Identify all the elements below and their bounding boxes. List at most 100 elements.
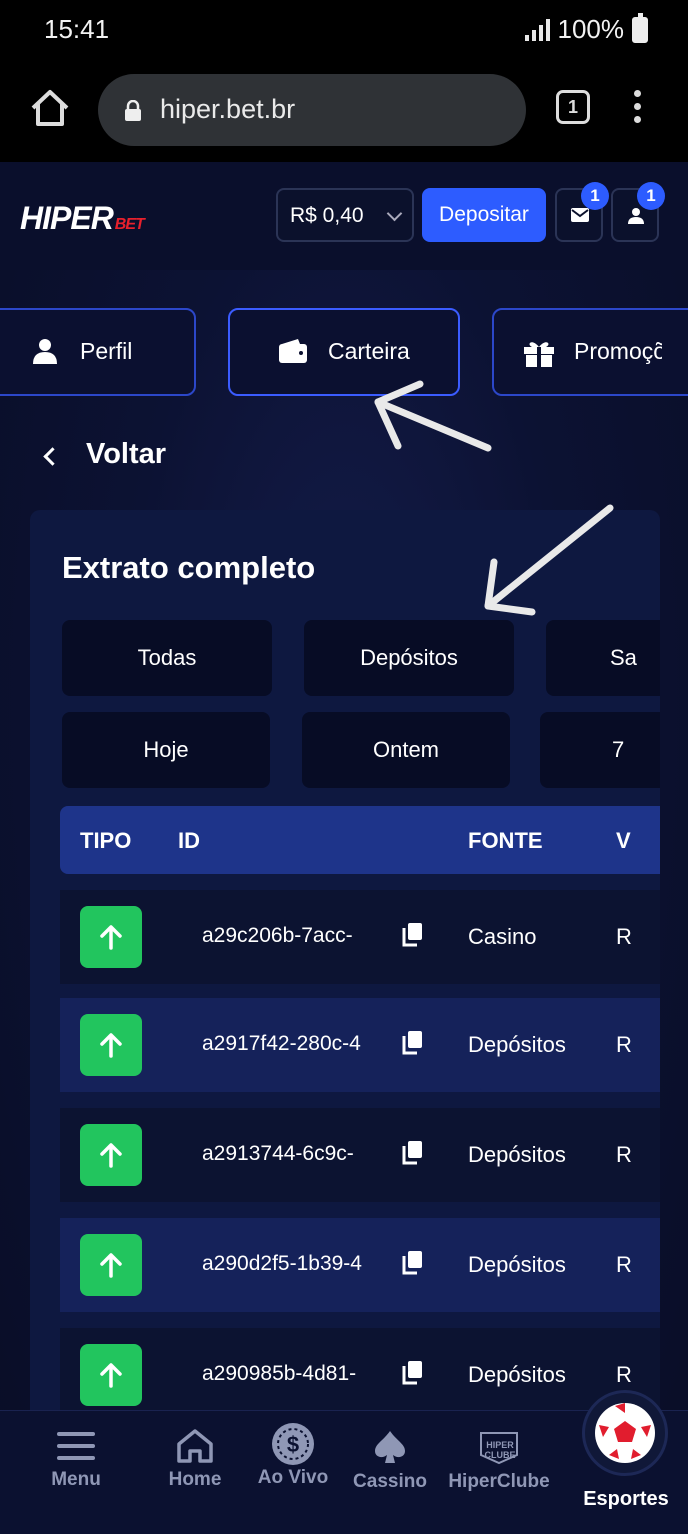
deposit-button[interactable]: Depositar xyxy=(422,188,546,242)
column-valor: V xyxy=(616,828,631,853)
url-text: hiper.bet.br xyxy=(160,94,296,124)
status-bar: 15:41 100% xyxy=(0,0,688,60)
tab-switcher-button[interactable]: 1 xyxy=(556,90,590,124)
table-row: a290985b-4d81- Depósitos R xyxy=(60,1328,660,1422)
transaction-value: R xyxy=(616,1252,632,1277)
transaction-id: a290985b-4d81- xyxy=(202,1362,357,1385)
site-content: HIPER BET R$ 0,40 Depositar 1 1 Perfil Ca… xyxy=(0,162,688,1534)
table-row: a290d2f5-1b39-4 Depósitos R xyxy=(60,1218,660,1312)
statement-card: Extrato completo Todas Depósitos Sa Hoje… xyxy=(30,510,660,1534)
site-header: HIPER BET R$ 0,40 Depositar 1 1 xyxy=(0,162,688,270)
filter-saques[interactable]: Sa xyxy=(546,620,660,696)
status-right: 100% xyxy=(524,12,648,45)
nav-label: Cassino xyxy=(353,1471,427,1492)
svg-text:$: $ xyxy=(287,1432,299,1457)
filter-todas[interactable]: Todas xyxy=(62,620,272,696)
type-deposit-badge xyxy=(80,1124,142,1186)
battery-icon xyxy=(632,12,648,43)
menu-icon xyxy=(57,1432,95,1460)
transaction-value: R xyxy=(616,1032,632,1057)
tab-label: Perfil xyxy=(80,338,133,364)
transaction-id: a2913744-6c9c- xyxy=(202,1142,354,1165)
transaction-id: a290d2f5-1b39-4 xyxy=(202,1252,362,1275)
arrow-up-icon xyxy=(100,925,122,950)
wallet-icon xyxy=(279,339,307,363)
column-fonte: FONTE xyxy=(468,828,543,853)
signal-icon xyxy=(524,18,550,41)
nav-cassino[interactable]: Cassino xyxy=(350,1429,430,1493)
profile-badge: 1 xyxy=(637,182,665,210)
nav-ao-vivo[interactable]: $ Ao Vivo xyxy=(252,1423,334,1489)
transaction-id: a2917f42-280c-4 xyxy=(202,1032,361,1055)
transaction-source: Depósitos xyxy=(468,1362,566,1387)
nav-hiperclube[interactable]: HiperClube xyxy=(446,1429,552,1493)
browser-menu-icon[interactable] xyxy=(634,90,644,126)
arrow-up-icon xyxy=(100,1143,122,1168)
browser-toolbar: hiper.bet.br 1 xyxy=(0,60,688,162)
home-icon xyxy=(177,1429,213,1463)
transaction-value: R xyxy=(616,1142,632,1167)
messages-button[interactable]: 1 xyxy=(555,182,609,242)
transaction-source: Depósitos xyxy=(468,1252,566,1277)
statement-title: Extrato completo xyxy=(62,550,316,585)
period-hoje[interactable]: Hoje xyxy=(62,712,270,788)
profile-button[interactable]: 1 xyxy=(611,182,665,242)
transaction-source: Casino xyxy=(468,924,537,949)
live-coin-icon: $ xyxy=(272,1423,314,1465)
nav-menu[interactable]: Menu xyxy=(44,1429,108,1491)
address-bar[interactable]: hiper.bet.br xyxy=(98,74,526,146)
table-row: a29c206b-7acc- Casino R xyxy=(60,890,660,984)
messages-badge: 1 xyxy=(581,182,609,210)
nav-label: Menu xyxy=(51,1469,101,1490)
lock-icon xyxy=(124,99,142,121)
nav-label: Ao Vivo xyxy=(257,1467,329,1488)
tab-label: Carteira xyxy=(328,338,410,364)
logo-sub-text: BET xyxy=(114,216,145,233)
gift-icon xyxy=(524,342,554,367)
battery-percent: 100% xyxy=(557,14,625,44)
user-icon xyxy=(33,339,57,364)
type-deposit-badge xyxy=(80,1014,142,1076)
balance-dropdown[interactable]: R$ 0,40 xyxy=(276,188,414,242)
mail-icon xyxy=(571,208,589,222)
browser-home-icon[interactable] xyxy=(28,86,72,130)
filter-depositos[interactable]: Depósitos xyxy=(304,620,514,696)
chevron-left-icon xyxy=(43,447,62,466)
spade-icon xyxy=(375,1431,405,1463)
nav-label: Home xyxy=(168,1469,222,1490)
nav-label: HiperClube xyxy=(448,1471,550,1492)
copy-icon[interactable] xyxy=(400,1030,424,1056)
copy-icon[interactable] xyxy=(400,1250,424,1276)
logo-text: HIPER xyxy=(20,200,114,236)
tab-carteira[interactable]: Carteira xyxy=(228,308,460,396)
copy-icon[interactable] xyxy=(400,1140,424,1166)
hiperbet-logo[interactable]: HIPER BET xyxy=(20,200,145,237)
copy-icon[interactable] xyxy=(400,1360,424,1386)
transaction-id: a29c206b-7acc- xyxy=(202,924,353,947)
table-header: TIPO ID FONTE V xyxy=(60,806,660,874)
nav-home[interactable]: Home xyxy=(162,1429,228,1491)
transaction-value: R xyxy=(616,1362,632,1387)
copy-icon[interactable] xyxy=(400,922,424,948)
user-icon xyxy=(628,208,644,224)
arrow-up-icon xyxy=(100,1253,122,1278)
hiperclube-badge-text: HIPER CLUBE xyxy=(484,1440,516,1460)
balance-value: R$ 0,40 xyxy=(290,204,364,227)
nav-esportes[interactable] xyxy=(582,1390,668,1476)
period-ontem[interactable]: Ontem xyxy=(302,712,510,788)
arrow-up-icon xyxy=(100,1033,122,1058)
period-7-dias[interactable]: 7 xyxy=(540,712,660,788)
tab-promocoes[interactable]: Promoçõ xyxy=(492,308,688,396)
type-deposit-badge xyxy=(80,906,142,968)
back-label: Voltar xyxy=(86,438,167,470)
nav-esportes-label: Esportes xyxy=(583,1488,669,1510)
transaction-value: R xyxy=(616,924,632,949)
transaction-source: Depósitos xyxy=(468,1032,566,1057)
type-deposit-badge xyxy=(80,1344,142,1406)
soccer-ball-icon xyxy=(595,1403,655,1463)
table-row: a2917f42-280c-4 Depósitos R xyxy=(60,998,660,1092)
clock: 15:41 xyxy=(44,14,110,44)
tab-perfil[interactable]: Perfil xyxy=(0,308,196,396)
table-row: a2913744-6c9c- Depósitos R xyxy=(60,1108,660,1202)
transaction-source: Depósitos xyxy=(468,1142,566,1167)
